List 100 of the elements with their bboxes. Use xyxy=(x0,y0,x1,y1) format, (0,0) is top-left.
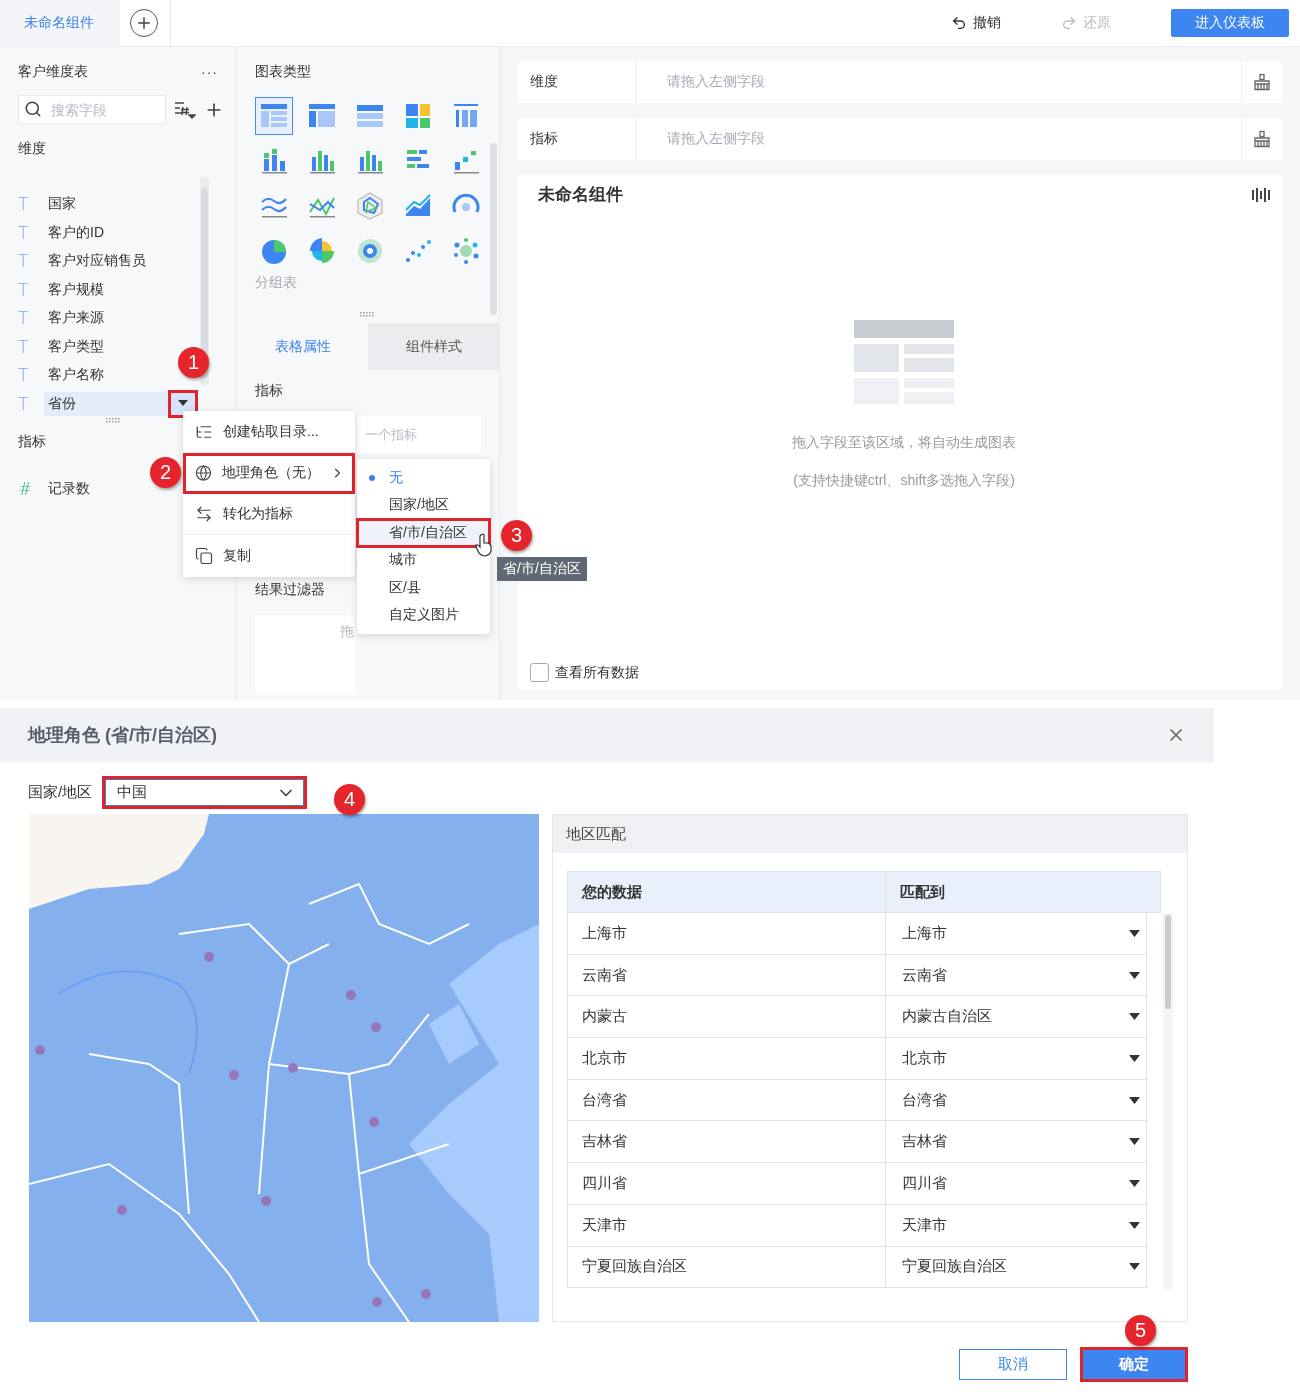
search-icon xyxy=(24,100,42,118)
caret-icon xyxy=(1129,971,1140,979)
number-type-icon: # xyxy=(18,479,44,500)
match-select[interactable]: 台湾省 xyxy=(886,1079,1162,1121)
panel-header: 地区匹配 xyxy=(553,815,1187,853)
submenu-item[interactable]: 省/市/自治区 xyxy=(357,519,490,547)
section-label: 结果过滤器 xyxy=(255,581,325,599)
caret-icon xyxy=(1129,1263,1140,1271)
field-item[interactable]: 客户的ID xyxy=(44,220,104,245)
text-type-icon: T xyxy=(18,393,44,414)
field-item[interactable]: 客户对应销售员 xyxy=(44,249,146,274)
filter-list-icon xyxy=(174,99,196,120)
search-field[interactable]: 搜索字段 xyxy=(18,95,166,124)
clear-brush-icon xyxy=(1253,73,1271,91)
more-button[interactable]: ··· xyxy=(201,64,218,80)
submenu-item[interactable]: 区/县 xyxy=(357,574,490,602)
text-type-icon: T xyxy=(18,251,44,272)
bars-icon xyxy=(1252,187,1270,202)
section-label: 维度 xyxy=(18,140,47,158)
redo-icon xyxy=(1061,15,1077,31)
caret-icon xyxy=(1129,929,1140,937)
globe-icon xyxy=(195,464,212,482)
submenu-item[interactable]: 无 xyxy=(357,464,490,492)
checkbox-label: 查看所有数据 xyxy=(555,663,639,682)
empty-subhint: (支持快捷键ctrl、shift多选拖入字段) xyxy=(793,471,1015,490)
match-select[interactable]: 吉林省 xyxy=(886,1121,1162,1163)
drag-handle-icon xyxy=(360,312,376,317)
confirm-button[interactable]: 确定 xyxy=(1080,1347,1188,1382)
match-select[interactable]: 宁夏回族自治区 xyxy=(886,1246,1162,1288)
match-select[interactable]: 天津市 xyxy=(886,1204,1162,1246)
field-label: 国家/地区 xyxy=(28,783,93,802)
table-cell: 上海市 xyxy=(568,913,886,954)
step-badge: 4 xyxy=(334,784,365,815)
caret-icon xyxy=(1129,1221,1140,1229)
table-cell: 台湾省 xyxy=(568,1079,886,1121)
plus-icon xyxy=(135,14,153,32)
text-type-icon: T xyxy=(18,308,44,329)
field-item[interactable]: 记录数 xyxy=(44,477,90,502)
menu-item[interactable]: 创建钻取目录... xyxy=(183,412,355,453)
empty-hint: 拖入字段至该区域，将自动生成图表 xyxy=(792,433,1016,452)
property-tab[interactable]: 组件样式 xyxy=(368,323,499,370)
undo-icon xyxy=(951,15,967,31)
section-label: 指标 xyxy=(255,382,284,400)
panel-title: 图表类型 xyxy=(255,63,312,81)
table-name: 客户维度表 xyxy=(18,63,88,81)
enter-dashboard-button[interactable]: 进入仪表板 xyxy=(1171,9,1289,37)
column-header: 您的数据 xyxy=(568,872,886,912)
submenu-item[interactable]: 国家/地区 xyxy=(357,491,490,519)
field-item[interactable]: 客户类型 xyxy=(44,334,104,359)
table-cell: 四川省 xyxy=(568,1163,886,1204)
column-header: 匹配到 xyxy=(899,881,946,902)
undo-button[interactable]: 撤销 xyxy=(951,14,1001,32)
menu-item[interactable]: 转化为指标 xyxy=(183,494,355,535)
text-type-icon: T xyxy=(18,194,44,215)
caret-icon xyxy=(1129,1013,1140,1021)
chart-type-hint: 分组表 xyxy=(255,274,298,292)
submenu-item[interactable]: 城市 xyxy=(357,546,490,574)
section-label: 指标 xyxy=(18,433,47,451)
chart-type-icon xyxy=(354,190,386,222)
cancel-button[interactable]: 取消 xyxy=(959,1349,1067,1380)
table-cell: 云南省 xyxy=(568,954,886,996)
text-type-icon: T xyxy=(18,279,44,300)
text-type-icon: T xyxy=(18,222,44,243)
row-label: 指标 xyxy=(518,118,637,160)
field-item[interactable]: 客户来源 xyxy=(44,306,104,331)
tooltip: 省/市/自治区 xyxy=(497,557,587,581)
add-widget-button[interactable] xyxy=(130,9,158,37)
field-dropdown-button[interactable] xyxy=(170,391,196,416)
field-item[interactable]: 省份 xyxy=(44,391,170,416)
widget-tab[interactable]: 未命名组件 xyxy=(0,0,120,47)
match-select[interactable]: 四川省 xyxy=(886,1163,1162,1204)
step-badge: 5 xyxy=(1125,1315,1156,1346)
table-cell: 内蒙古 xyxy=(568,996,886,1038)
table-cell: 宁夏回族自治区 xyxy=(568,1246,886,1288)
chart-type-button[interactable] xyxy=(255,97,293,135)
checkbox[interactable] xyxy=(530,663,549,682)
field-item[interactable]: 客户名称 xyxy=(44,363,104,388)
table-cell: 吉林省 xyxy=(568,1121,886,1163)
match-select[interactable]: 内蒙古自治区 xyxy=(886,996,1162,1038)
country-select[interactable]: 中国 xyxy=(102,776,308,809)
match-select[interactable]: 北京市 xyxy=(886,1038,1162,1079)
menu-item[interactable]: 复制 xyxy=(183,535,355,576)
field-filter-button[interactable] xyxy=(174,99,196,120)
step-badge: 3 xyxy=(501,520,532,551)
text-type-icon: T xyxy=(18,365,44,386)
submenu-item[interactable]: 自定义图片 xyxy=(357,601,490,629)
match-select[interactable]: 云南省 xyxy=(886,954,1162,996)
swap-arrows-icon xyxy=(195,505,213,523)
field-item[interactable]: 客户规模 xyxy=(44,277,104,302)
menu-item[interactable]: 地理角色（无） xyxy=(183,453,355,494)
hand-cursor-icon xyxy=(474,533,494,557)
field-item[interactable]: 国家 xyxy=(44,192,76,217)
clear-brush-icon xyxy=(1253,130,1271,148)
row-label: 维度 xyxy=(518,61,637,103)
table-cell: 天津市 xyxy=(568,1204,886,1246)
text-type-icon: T xyxy=(18,336,44,357)
caret-icon xyxy=(1129,1054,1140,1062)
tree-list-icon xyxy=(195,423,213,441)
match-select[interactable]: 上海市 xyxy=(886,913,1162,954)
caret-icon xyxy=(178,400,188,408)
